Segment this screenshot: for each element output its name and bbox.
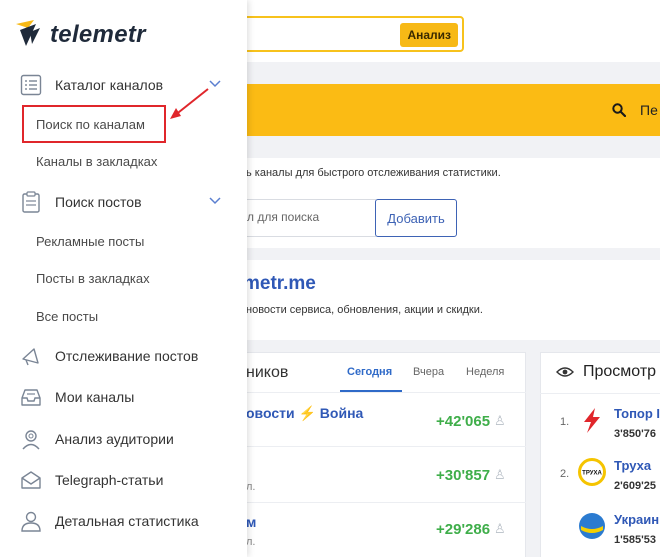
growth-value: +42'065 [436,413,491,430]
megaphone-icon [22,348,39,366]
analyze-button[interactable]: Анализ [400,23,458,47]
channel-link[interactable]: Топор I [614,406,660,421]
search-icon [612,103,626,117]
sidebar-item-detailed-stats[interactable]: Детальная статистика [0,503,247,539]
sidebar-item-label: Telegraph-статьи [55,472,164,488]
row-divider [200,392,526,393]
channel-link[interactable]: Украин [614,512,659,527]
globe-logo-icon [579,513,605,539]
views-value: 3'850'76 [614,428,656,440]
channel-category: л. [246,536,256,548]
eye-icon [556,367,574,377]
sidebar-item-label: Каталог каналов [55,77,164,93]
rank-number: 2. [560,468,570,480]
inbox-icon [21,389,41,406]
user-icon [21,511,41,532]
news-card [200,260,660,340]
row-divider [200,502,526,503]
rank-number: 1. [560,416,570,428]
growth-value: +29'286 [436,521,491,538]
sidebar-item-audience-analysis[interactable]: Анализ аудитории [0,421,247,457]
telemetr-logo-icon [16,20,40,46]
truha-logo-icon: ТРУХА [578,458,606,486]
views-value: 2'609'25 [614,480,656,492]
sidebar-item-label: Анализ аудитории [55,431,174,447]
sidebar-item-telegraph[interactable]: Telegraph-статьи [0,462,247,498]
svg-text:ТРУХА: ТРУХА [582,471,602,477]
tab-week[interactable]: Неделя [466,366,504,378]
subscribers-title: ников [246,364,289,381]
channel-category: л. [246,481,256,493]
views-title: Просмотр [583,363,657,380]
clipboard-icon [22,191,40,213]
chevron-down-icon[interactable] [208,196,222,206]
channel-link[interactable]: овости ⚡ Война [246,405,363,422]
row-divider [200,446,526,447]
sidebar-item-post-search[interactable]: Поиск постов [0,184,247,220]
search-banner[interactable] [200,84,660,136]
person-icon: ♙ [494,467,506,482]
tab-today[interactable]: Сегодня [347,366,392,378]
channel-link[interactable]: м [246,514,256,530]
sidebar-item-post-tracking[interactable]: Отслеживание постов [0,338,247,374]
row-divider [540,393,660,394]
sidebar-item-all-posts[interactable]: Все посты [36,309,98,324]
sidebar-item-label: Поиск постов [55,194,142,210]
sidebar-item-label: Отслеживание постов [55,348,199,364]
growth-value: +30'857 [436,467,491,484]
envelope-icon [21,471,41,489]
sidebar-item-my-channels[interactable]: Мои каналы [0,379,247,415]
views-value: 1'585'53 [614,534,656,546]
tab-yesterday[interactable]: Вчера [413,366,444,378]
banner-label: Пе [640,102,658,118]
sidebar-item-channel-bookmarks[interactable]: Каналы в закладках [36,154,157,169]
sidebar-item-post-bookmarks[interactable]: Посты в закладках [36,271,150,286]
person-icon: ♙ [494,521,506,536]
user-analysis-icon [22,430,40,450]
channel-link[interactable]: Труха [614,458,651,473]
sidebar: telemetr Каталог каналов Поиск по канала… [0,0,247,557]
add-button[interactable]: Добавить [375,199,457,237]
sidebar-item-ad-posts[interactable]: Рекламные посты [36,234,144,249]
highlight-annotation [22,105,166,143]
sidebar-item-label: Мои каналы [55,389,135,405]
person-icon: ♙ [494,413,506,428]
tracking-description: ь каналы для быстрого отслеживания стати… [246,167,501,179]
logo-text: telemetr [50,21,146,48]
news-description: новости сервиса, обновления, акции и ски… [246,304,483,316]
news-title[interactable]: metr.me [243,273,316,295]
lightning-logo-icon [584,408,600,433]
arrow-annotation-icon [170,88,209,119]
sidebar-item-label: Детальная статистика [55,513,199,529]
list-icon [20,74,42,96]
